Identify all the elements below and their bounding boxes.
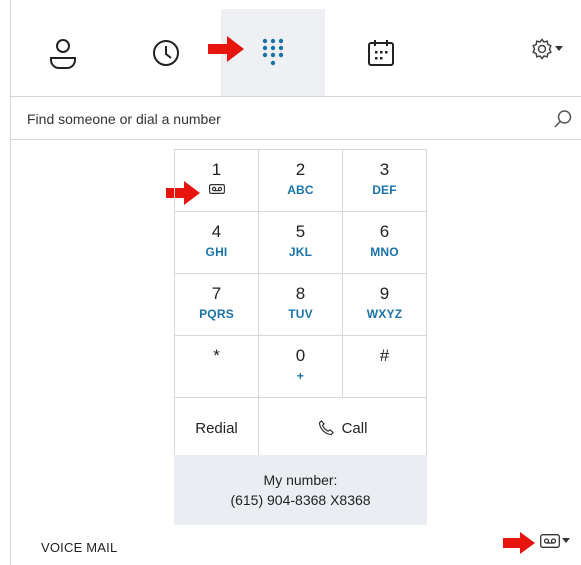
key-4[interactable]: 4 GHI [175,212,259,274]
key-7[interactable]: 7 PQRS [175,274,259,336]
divider [11,139,581,140]
gear-icon [532,38,552,60]
key-2[interactable]: 2 ABC [259,150,343,212]
voicemail-label: VOICE MAIL [41,540,118,555]
key-digit: # [379,346,390,365]
search-icon[interactable] [553,109,573,129]
key-digit: 2 [295,160,306,179]
search-input[interactable] [11,101,531,137]
key-digit: 4 [211,222,222,241]
key-digit: 0 [295,346,306,365]
redial-button[interactable]: Redial [175,398,259,458]
key-digit: 9 [379,284,390,303]
chevron-down-icon [555,46,563,51]
tab-recent[interactable] [114,9,218,96]
key-3[interactable]: 3 DEF [343,150,426,212]
key-0[interactable]: 0 + [259,336,343,398]
annotation-arrow-icon [208,36,244,62]
key-1[interactable]: 1 [175,150,259,212]
key-letters: DEF [372,183,397,197]
chevron-down-icon [562,538,570,543]
person-icon [50,38,76,69]
key-8[interactable]: 8 TUV [259,274,343,336]
options-menu-button[interactable] [531,38,563,60]
divider [11,96,581,97]
voicemail-menu-button[interactable] [540,534,570,548]
key-digit: 8 [295,284,306,303]
key-digit: 3 [379,160,390,179]
key-letters: ABC [287,183,314,197]
key-star[interactable]: * [175,336,259,398]
key-letters: + [296,369,305,383]
key-digit: * [213,346,220,365]
dialpad-icon [262,38,284,65]
search-bar [11,100,581,138]
key-hash[interactable]: # [343,336,426,398]
key-digit: 5 [295,222,306,241]
key-6[interactable]: 6 MNO [343,212,426,274]
key-letters: JKL [288,245,313,259]
key-digit: 1 [211,160,222,179]
tab-meetings[interactable] [329,9,433,96]
key-digit: 6 [379,222,390,241]
key-letters: TUV [288,307,313,321]
calendar-icon [368,39,394,66]
key-letters: GHI [205,245,228,259]
top-tab-bar [11,0,581,96]
call-label: Call [341,419,368,437]
key-5[interactable]: 5 JKL [259,212,343,274]
tab-contacts[interactable] [11,9,115,96]
key-letters: WXYZ [366,307,403,321]
key-letters: MNO [370,245,399,259]
phone-icon [318,420,334,436]
redial-label: Redial [195,419,238,437]
call-button[interactable]: Call [259,398,426,458]
my-number-label: My number: [263,472,338,488]
my-number-value: (615) 904-8368 X8368 [230,492,371,508]
key-letters: PQRS [199,307,234,321]
voicemail-icon [208,184,225,194]
dial-keypad: 1 2 ABC 3 DEF 4 GHI 5 JKL 6 MNO 7 PQRS 8… [174,149,427,459]
clock-icon [153,39,179,66]
my-number-panel: My number: (615) 904-8368 X8368 [174,455,427,525]
key-digit: 7 [211,284,222,303]
voicemail-icon [540,534,560,548]
key-9[interactable]: 9 WXYZ [343,274,426,336]
annotation-arrow-icon [503,532,535,554]
